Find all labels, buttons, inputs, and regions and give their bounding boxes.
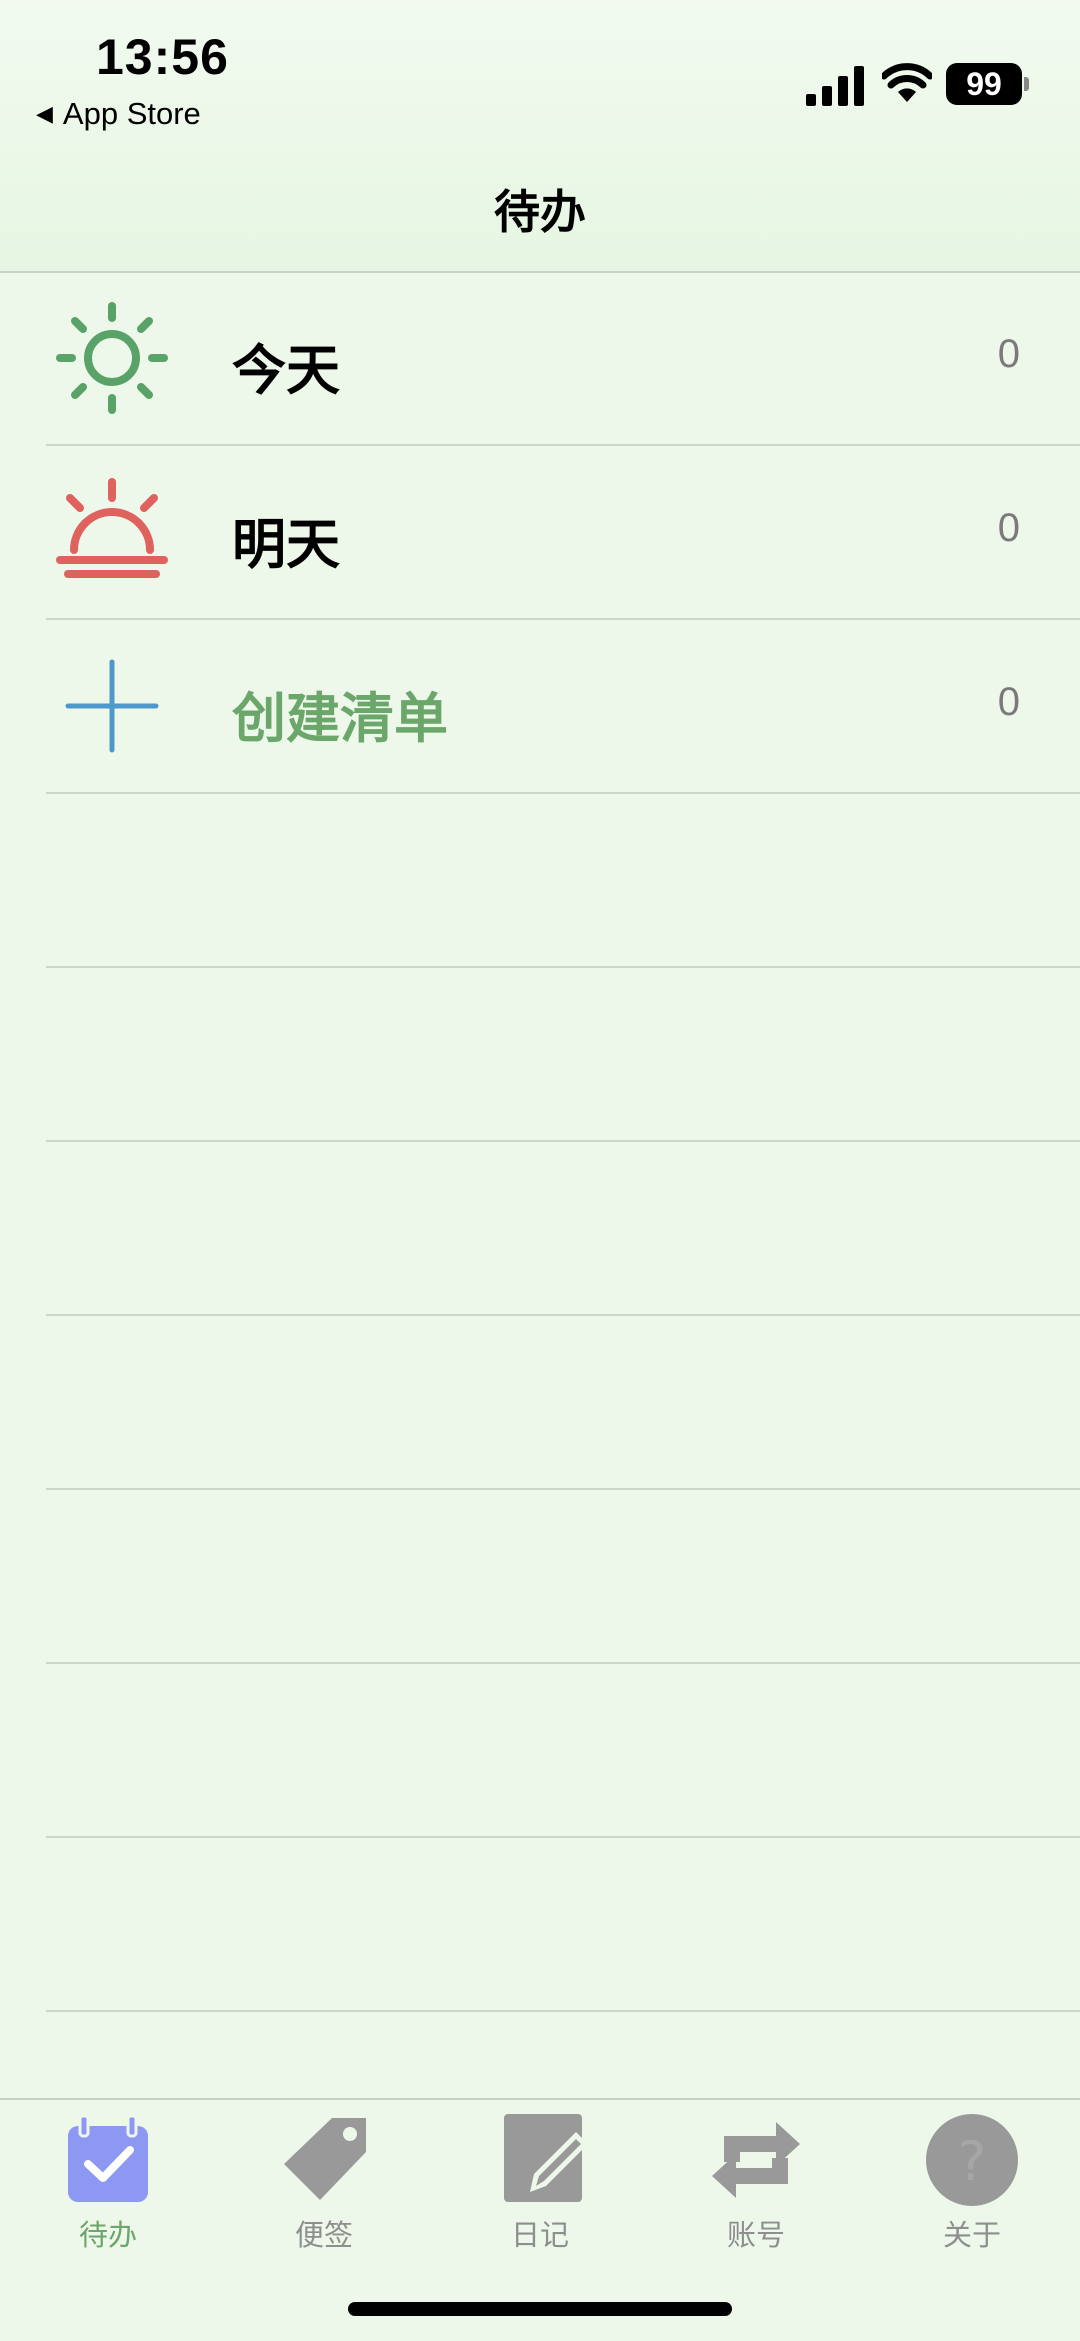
empty-row xyxy=(46,794,1080,968)
tab-account[interactable]: 账号 xyxy=(648,2110,864,2260)
list-item-label: 今天 xyxy=(232,339,340,402)
status-bar: 13:56 ◀ App Store 99 xyxy=(0,0,1080,150)
empty-row xyxy=(46,1316,1080,1490)
tab-todo[interactable]: 待办 xyxy=(0,2110,216,2260)
tab-label: 便签 xyxy=(294,2218,353,2252)
status-time: 13:56 xyxy=(96,29,229,85)
battery-level: 99 xyxy=(966,65,1002,102)
wifi-icon xyxy=(882,63,932,102)
tab-label: 关于 xyxy=(942,2218,1001,2252)
battery-tip xyxy=(1024,77,1029,91)
tag-icon xyxy=(284,2118,366,2200)
sunrise-icon xyxy=(56,478,168,578)
page-title: 待办 xyxy=(494,185,586,239)
back-triangle-icon: ◀ xyxy=(36,101,53,126)
question-icon: ? xyxy=(926,2114,1018,2206)
empty-row xyxy=(46,1490,1080,1664)
empty-row xyxy=(46,1664,1080,1838)
swap-arrows-icon xyxy=(712,2122,800,2198)
back-to-app-store[interactable]: ◀ App Store xyxy=(36,96,201,132)
tab-diary[interactable]: 日记 xyxy=(432,2110,648,2260)
tab-label: 日记 xyxy=(510,2218,569,2252)
tab-label: 待办 xyxy=(78,2218,137,2252)
battery-indicator: 99 xyxy=(946,63,1022,105)
back-app-label: App Store xyxy=(62,96,201,131)
list-item-count: 0 xyxy=(997,332,1020,376)
list-item-tomorrow[interactable]: 明天 0 xyxy=(46,446,1080,620)
home-indicator[interactable] xyxy=(348,2302,732,2316)
todo-list: 今天 0 明天 0 创建清单 0 xyxy=(0,272,1080,2012)
empty-row xyxy=(46,1838,1080,2012)
list-item-count: 0 xyxy=(997,680,1020,724)
tab-notes[interactable]: 便签 xyxy=(216,2110,432,2260)
note-pen-icon xyxy=(504,2114,588,2202)
empty-row xyxy=(46,1142,1080,1316)
list-item-label: 明天 xyxy=(232,513,340,576)
empty-row xyxy=(46,968,1080,1142)
list-item-count: 0 xyxy=(997,506,1020,550)
calendar-check-icon xyxy=(68,2114,148,2202)
list-item-label: 创建清单 xyxy=(232,687,448,750)
svg-text:?: ? xyxy=(958,2130,987,2193)
cellular-signal-icon xyxy=(806,66,864,106)
list-item-today[interactable]: 今天 0 xyxy=(46,272,1080,446)
tab-about[interactable]: ? 关于 xyxy=(864,2110,1080,2260)
list-item-create-list[interactable]: 创建清单 0 xyxy=(46,620,1080,794)
tab-label: 账号 xyxy=(726,2218,785,2252)
sun-icon xyxy=(56,302,168,414)
plus-icon xyxy=(65,659,159,753)
